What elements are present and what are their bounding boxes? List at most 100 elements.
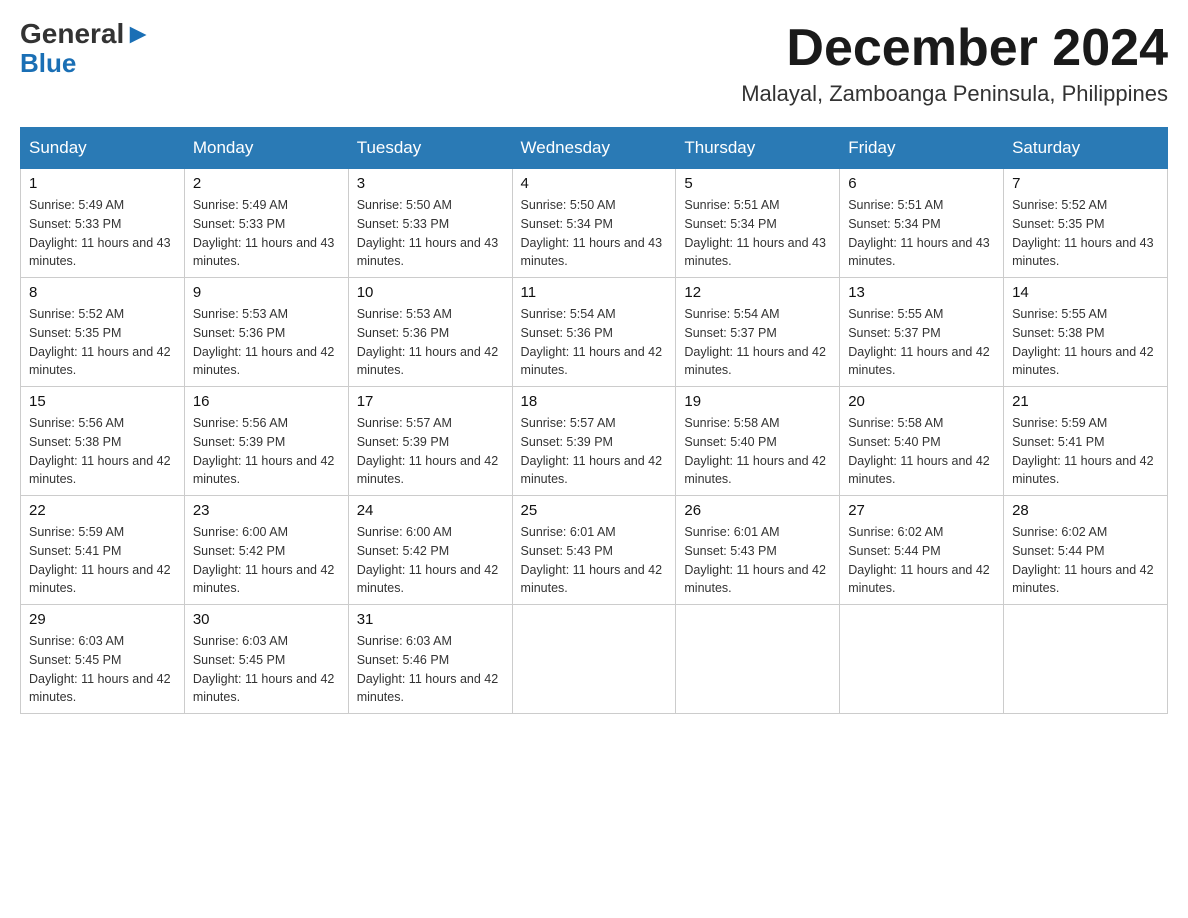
calendar-cell: 30 Sunrise: 6:03 AMSunset: 5:45 PMDayligh… — [184, 605, 348, 714]
calendar-cell: 10 Sunrise: 5:53 AMSunset: 5:36 PMDayligh… — [348, 278, 512, 387]
day-number: 8 — [29, 284, 176, 301]
day-number: 31 — [357, 611, 504, 628]
day-number: 25 — [521, 502, 668, 519]
day-info: Sunrise: 5:56 AMSunset: 5:39 PMDaylight:… — [193, 414, 340, 489]
day-info: Sunrise: 5:53 AMSunset: 5:36 PMDaylight:… — [357, 305, 504, 380]
day-number: 18 — [521, 393, 668, 410]
calendar-cell: 6Sunrise: 5:51 AMSunset: 5:34 PMDaylight… — [840, 169, 1004, 278]
day-number: 30 — [193, 611, 340, 628]
day-info: Sunrise: 5:59 AMSunset: 5:41 PMDaylight:… — [29, 523, 176, 598]
day-info: Sunrise: 5:56 AMSunset: 5:38 PMDaylight:… — [29, 414, 176, 489]
day-number: 7 — [1012, 175, 1159, 192]
day-number: 23 — [193, 502, 340, 519]
logo-blue-text: Blue — [20, 50, 76, 76]
calendar-cell: 5Sunrise: 5:51 AMSunset: 5:34 PMDaylight… — [676, 169, 840, 278]
calendar-cell: 17Sunrise: 5:57 AMSunset: 5:39 PMDayligh… — [348, 387, 512, 496]
calendar-week-row: 8 Sunrise: 5:52 AMSunset: 5:35 PMDaylight… — [21, 278, 1168, 387]
day-info: Sunrise: 5:50 AMSunset: 5:33 PMDaylight:… — [357, 196, 504, 271]
day-number: 2 — [193, 175, 340, 192]
calendar-cell: 8 Sunrise: 5:52 AMSunset: 5:35 PMDaylight… — [21, 278, 185, 387]
calendar-cell: 21Sunrise: 5:59 AMSunset: 5:41 PMDayligh… — [1004, 387, 1168, 496]
calendar-cell — [512, 605, 676, 714]
calendar-cell: 12 Sunrise: 5:54 AMSunset: 5:37 PMDayligh… — [676, 278, 840, 387]
day-number: 20 — [848, 393, 995, 410]
day-number: 12 — [684, 284, 831, 301]
calendar-cell: 15 Sunrise: 5:56 AMSunset: 5:38 PMDayligh… — [21, 387, 185, 496]
calendar-cell: 18 Sunrise: 5:57 AMSunset: 5:39 PMDayligh… — [512, 387, 676, 496]
day-number: 10 — [357, 284, 504, 301]
calendar-cell: 27 Sunrise: 6:02 AMSunset: 5:44 PMDayligh… — [840, 496, 1004, 605]
day-info: Sunrise: 6:00 AMSunset: 5:42 PMDaylight:… — [357, 523, 504, 598]
calendar-cell — [676, 605, 840, 714]
day-number: 4 — [521, 175, 668, 192]
day-info: Sunrise: 5:57 AMSunset: 5:39 PMDaylight:… — [521, 414, 668, 489]
day-info: Sunrise: 6:03 AMSunset: 5:46 PMDaylight:… — [357, 632, 504, 707]
day-number: 29 — [29, 611, 176, 628]
location-title: Malayal, Zamboanga Peninsula, Philippine… — [741, 81, 1168, 107]
title-section: December 2024 Malayal, Zamboanga Peninsu… — [741, 20, 1168, 107]
logo-top: General► — [20, 20, 152, 48]
logo-general-text: General — [20, 18, 124, 49]
calendar-week-row: 15 Sunrise: 5:56 AMSunset: 5:38 PMDayligh… — [21, 387, 1168, 496]
weekday-header-row: SundayMondayTuesdayWednesdayThursdayFrid… — [21, 128, 1168, 169]
weekday-header-monday: Monday — [184, 128, 348, 169]
day-info: Sunrise: 6:01 AMSunset: 5:43 PMDaylight:… — [684, 523, 831, 598]
day-info: Sunrise: 5:55 AMSunset: 5:37 PMDaylight:… — [848, 305, 995, 380]
weekday-header-friday: Friday — [840, 128, 1004, 169]
day-info: Sunrise: 5:50 AMSunset: 5:34 PMDaylight:… — [521, 196, 668, 271]
day-info: Sunrise: 5:52 AMSunset: 5:35 PMDaylight:… — [29, 305, 176, 380]
day-info: Sunrise: 5:49 AMSunset: 5:33 PMDaylight:… — [29, 196, 176, 271]
day-info: Sunrise: 6:02 AMSunset: 5:44 PMDaylight:… — [1012, 523, 1159, 598]
day-number: 15 — [29, 393, 176, 410]
day-info: Sunrise: 6:00 AMSunset: 5:42 PMDaylight:… — [193, 523, 340, 598]
day-number: 11 — [521, 284, 668, 301]
day-number: 16 — [193, 393, 340, 410]
calendar-cell: 24 Sunrise: 6:00 AMSunset: 5:42 PMDayligh… — [348, 496, 512, 605]
day-number: 24 — [357, 502, 504, 519]
day-number: 27 — [848, 502, 995, 519]
calendar-week-row: 1 Sunrise: 5:49 AMSunset: 5:33 PMDaylight… — [21, 169, 1168, 278]
calendar-cell: 20Sunrise: 5:58 AMSunset: 5:40 PMDayligh… — [840, 387, 1004, 496]
calendar-cell: 14Sunrise: 5:55 AMSunset: 5:38 PMDayligh… — [1004, 278, 1168, 387]
day-info: Sunrise: 6:03 AMSunset: 5:45 PMDaylight:… — [193, 632, 340, 707]
day-info: Sunrise: 6:01 AMSunset: 5:43 PMDaylight:… — [521, 523, 668, 598]
calendar-cell: 22 Sunrise: 5:59 AMSunset: 5:41 PMDayligh… — [21, 496, 185, 605]
day-info: Sunrise: 6:02 AMSunset: 5:44 PMDaylight:… — [848, 523, 995, 598]
day-number: 6 — [848, 175, 995, 192]
weekday-header-thursday: Thursday — [676, 128, 840, 169]
calendar-cell: 13 Sunrise: 5:55 AMSunset: 5:37 PMDayligh… — [840, 278, 1004, 387]
day-number: 3 — [357, 175, 504, 192]
calendar-cell: 25 Sunrise: 6:01 AMSunset: 5:43 PMDayligh… — [512, 496, 676, 605]
day-number: 22 — [29, 502, 176, 519]
calendar-cell: 4 Sunrise: 5:50 AMSunset: 5:34 PMDaylight… — [512, 169, 676, 278]
month-title: December 2024 — [741, 20, 1168, 77]
day-info: Sunrise: 5:54 AMSunset: 5:36 PMDaylight:… — [521, 305, 668, 380]
day-number: 1 — [29, 175, 176, 192]
page-header: General► Blue December 2024 Malayal, Zam… — [20, 20, 1168, 107]
logo: General► Blue — [20, 20, 152, 76]
weekday-header-sunday: Sunday — [21, 128, 185, 169]
calendar-cell: 31 Sunrise: 6:03 AMSunset: 5:46 PMDayligh… — [348, 605, 512, 714]
day-number: 9 — [193, 284, 340, 301]
day-number: 14 — [1012, 284, 1159, 301]
calendar-cell: 26Sunrise: 6:01 AMSunset: 5:43 PMDayligh… — [676, 496, 840, 605]
calendar-cell: 28 Sunrise: 6:02 AMSunset: 5:44 PMDayligh… — [1004, 496, 1168, 605]
day-info: Sunrise: 5:49 AMSunset: 5:33 PMDaylight:… — [193, 196, 340, 271]
weekday-header-wednesday: Wednesday — [512, 128, 676, 169]
calendar-cell: 1 Sunrise: 5:49 AMSunset: 5:33 PMDaylight… — [21, 169, 185, 278]
day-info: Sunrise: 5:54 AMSunset: 5:37 PMDaylight:… — [684, 305, 831, 380]
day-info: Sunrise: 5:52 AMSunset: 5:35 PMDaylight:… — [1012, 196, 1159, 271]
calendar-table: SundayMondayTuesdayWednesdayThursdayFrid… — [20, 127, 1168, 714]
day-number: 19 — [684, 393, 831, 410]
calendar-week-row: 29 Sunrise: 6:03 AMSunset: 5:45 PMDayligh… — [21, 605, 1168, 714]
day-number: 28 — [1012, 502, 1159, 519]
weekday-header-saturday: Saturday — [1004, 128, 1168, 169]
calendar-cell: 7 Sunrise: 5:52 AMSunset: 5:35 PMDaylight… — [1004, 169, 1168, 278]
calendar-cell — [840, 605, 1004, 714]
logo-arrow-icon: ► — [124, 20, 152, 48]
day-number: 13 — [848, 284, 995, 301]
calendar-week-row: 22 Sunrise: 5:59 AMSunset: 5:41 PMDayligh… — [21, 496, 1168, 605]
day-number: 5 — [684, 175, 831, 192]
calendar-cell: 2 Sunrise: 5:49 AMSunset: 5:33 PMDaylight… — [184, 169, 348, 278]
calendar-cell: 11 Sunrise: 5:54 AMSunset: 5:36 PMDayligh… — [512, 278, 676, 387]
